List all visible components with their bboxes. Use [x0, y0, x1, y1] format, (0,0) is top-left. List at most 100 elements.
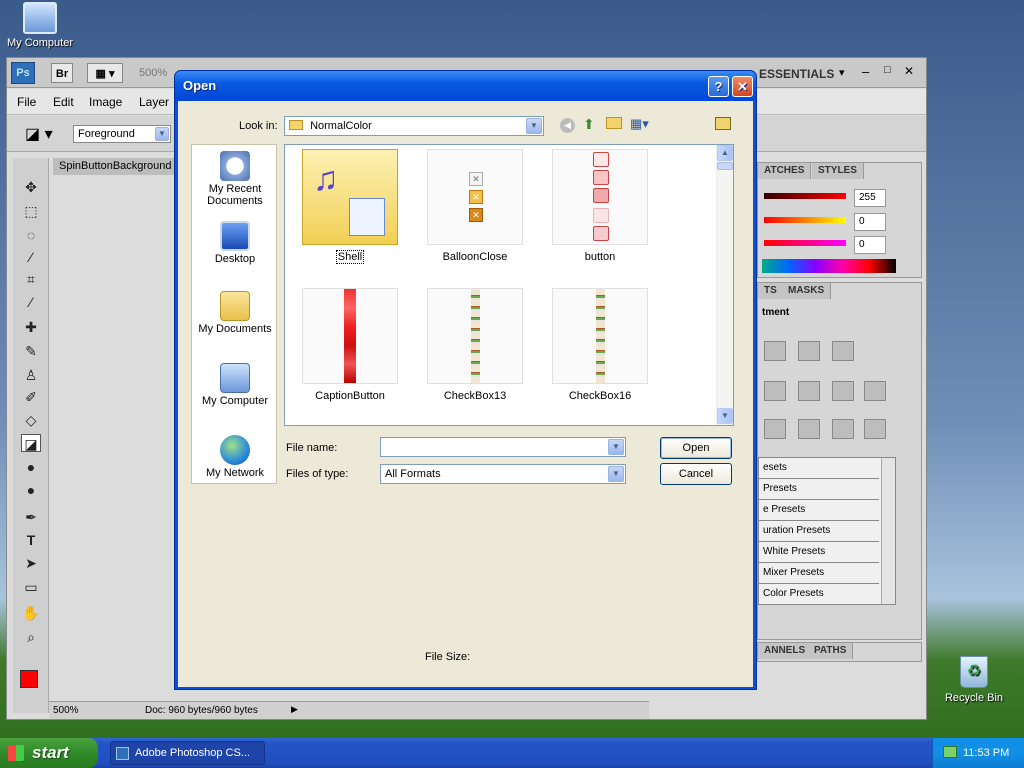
close-icon[interactable]: ✕: [904, 64, 914, 78]
menu-file[interactable]: File: [17, 95, 36, 109]
blur-tool-icon[interactable]: ●: [21, 458, 41, 476]
new-folder-icon[interactable]: [606, 117, 622, 129]
tab-adjustments[interactable]: TS: [758, 283, 784, 299]
file-item-captionbutton[interactable]: CaptionButton: [302, 288, 398, 418]
file-name-input[interactable]: ▼: [380, 437, 626, 457]
preset-item[interactable]: Mixer Presets: [759, 563, 879, 584]
history-brush-icon[interactable]: ✐: [21, 388, 41, 406]
preset-item[interactable]: esets: [759, 458, 879, 479]
hand-tool-icon[interactable]: ✋: [21, 604, 41, 622]
type-tool-icon[interactable]: T: [21, 531, 41, 549]
photo-filter-icon[interactable]: [832, 381, 854, 401]
crop-tool-icon[interactable]: ⌗: [21, 270, 41, 288]
red-slider[interactable]: [764, 193, 846, 199]
green-slider[interactable]: [764, 217, 846, 223]
blue-value[interactable]: 0: [854, 236, 886, 254]
foreground-color-swatch[interactable]: [20, 670, 38, 688]
minimize-icon[interactable]: –: [862, 64, 869, 79]
quick-select-icon[interactable]: ⁄: [21, 248, 41, 266]
dodge-tool-icon[interactable]: ●: [21, 481, 41, 499]
healing-brush-icon[interactable]: ✚: [21, 318, 41, 336]
green-value[interactable]: 0: [854, 213, 886, 231]
view-menu-icon[interactable]: ▦▾: [630, 116, 649, 132]
place-my-computer[interactable]: My Computer: [192, 363, 278, 407]
preset-item[interactable]: e Presets: [759, 500, 879, 521]
play-icon[interactable]: ▶: [291, 704, 298, 715]
file-item-checkbox16[interactable]: CheckBox16: [552, 288, 648, 418]
up-folder-icon[interactable]: ⬆: [583, 116, 595, 133]
posterize-icon[interactable]: [764, 419, 786, 439]
tab-paths[interactable]: PATHS: [808, 643, 854, 659]
favorites-icon[interactable]: [715, 117, 731, 130]
scroll-up-button[interactable]: ▲: [717, 145, 733, 161]
levels-icon[interactable]: [764, 341, 786, 361]
place-my-network[interactable]: My Network: [192, 435, 278, 479]
maximize-icon[interactable]: □: [884, 64, 891, 76]
paint-bucket-tool-icon[interactable]: ◪: [21, 434, 41, 452]
eraser-tool-icon[interactable]: ◇: [21, 411, 41, 429]
view-extras-button[interactable]: ▦ ▾: [87, 63, 123, 83]
scroll-down-button[interactable]: ▼: [717, 408, 733, 424]
document-tab[interactable]: SpinButtonBackground: [53, 158, 183, 175]
zoom-tool-icon[interactable]: ⌕: [21, 628, 41, 646]
selective-color-icon[interactable]: [864, 419, 886, 439]
place-my-documents[interactable]: My Documents: [192, 291, 278, 335]
file-item-balloonclose[interactable]: ✕ ✕ ✕ BalloonClose: [427, 149, 523, 279]
files-of-type-select[interactable]: All Formats ▼: [380, 464, 626, 484]
tab-masks[interactable]: MASKS: [782, 283, 832, 299]
red-value[interactable]: 255: [854, 189, 886, 207]
status-zoom[interactable]: 500%: [53, 705, 79, 716]
file-list-scrollbar[interactable]: ▲ ▼: [716, 145, 733, 425]
curves-icon[interactable]: [798, 341, 820, 361]
taskbar-item-photoshop[interactable]: Adobe Photoshop CS...: [110, 741, 265, 765]
chevron-down-icon[interactable]: ▾: [839, 66, 845, 79]
marquee-tool-icon[interactable]: ⬚: [21, 202, 41, 220]
clock[interactable]: 11:53 PM: [963, 747, 1009, 759]
scroll-thumb[interactable]: [717, 162, 733, 170]
gradient-map-icon[interactable]: [832, 419, 854, 439]
menu-image[interactable]: Image: [89, 95, 122, 109]
eyedropper-icon[interactable]: ⁄: [21, 293, 41, 311]
preset-item[interactable]: White Presets: [759, 542, 879, 563]
bw-icon[interactable]: [798, 381, 820, 401]
presets-scrollbar[interactable]: [881, 458, 895, 604]
desktop-icon-recycle-bin[interactable]: ♻ Recycle Bin: [934, 656, 1014, 704]
pen-tool-icon[interactable]: ✒: [21, 508, 41, 526]
lasso-tool-icon[interactable]: ◌: [21, 226, 41, 244]
channel-mixer-icon[interactable]: [864, 381, 886, 401]
tab-styles[interactable]: STYLES: [812, 163, 864, 179]
cancel-button[interactable]: Cancel: [660, 463, 732, 485]
start-button[interactable]: start: [0, 738, 98, 768]
color-spectrum[interactable]: [762, 259, 896, 273]
back-icon[interactable]: ◀: [560, 118, 575, 133]
path-select-icon[interactable]: ➤: [21, 554, 41, 572]
open-button[interactable]: Open: [660, 437, 732, 459]
desktop-icon-my-computer[interactable]: My Computer: [0, 2, 80, 49]
menu-layer[interactable]: Layer: [139, 95, 169, 109]
paint-bucket-icon[interactable]: ◪ ▾: [25, 124, 53, 144]
preset-item[interactable]: Color Presets: [759, 584, 879, 605]
chevron-down-icon[interactable]: ▼: [608, 439, 624, 455]
menu-edit[interactable]: Edit: [53, 95, 74, 109]
tray-network-icon[interactable]: [943, 746, 957, 758]
tab-channels[interactable]: ANNELS: [758, 643, 813, 659]
help-button[interactable]: ?: [708, 76, 729, 97]
file-item-shell[interactable]: ♫ Shell: [302, 149, 398, 279]
balance-icon[interactable]: [764, 381, 786, 401]
shape-tool-icon[interactable]: ▭: [21, 578, 41, 596]
zoom-level[interactable]: 500%: [139, 67, 167, 79]
tab-swatches[interactable]: ATCHES: [758, 163, 812, 179]
brush-tool-icon[interactable]: ✎: [21, 342, 41, 360]
bridge-button[interactable]: Br: [51, 63, 73, 83]
blue-slider[interactable]: [764, 240, 846, 246]
preset-item[interactable]: Presets: [759, 479, 879, 500]
stamp-tool-icon[interactable]: ♙: [21, 366, 41, 384]
workspace-switcher[interactable]: ESSENTIALS: [759, 67, 834, 81]
close-button[interactable]: ✕: [732, 76, 753, 97]
place-my-recent-documents[interactable]: My Recent Documents: [192, 151, 278, 207]
place-desktop[interactable]: Desktop: [192, 221, 278, 265]
move-tool-icon[interactable]: ✥: [21, 178, 41, 196]
exposure-icon[interactable]: [832, 341, 854, 361]
preset-item[interactable]: uration Presets: [759, 521, 879, 542]
threshold-icon[interactable]: [798, 419, 820, 439]
